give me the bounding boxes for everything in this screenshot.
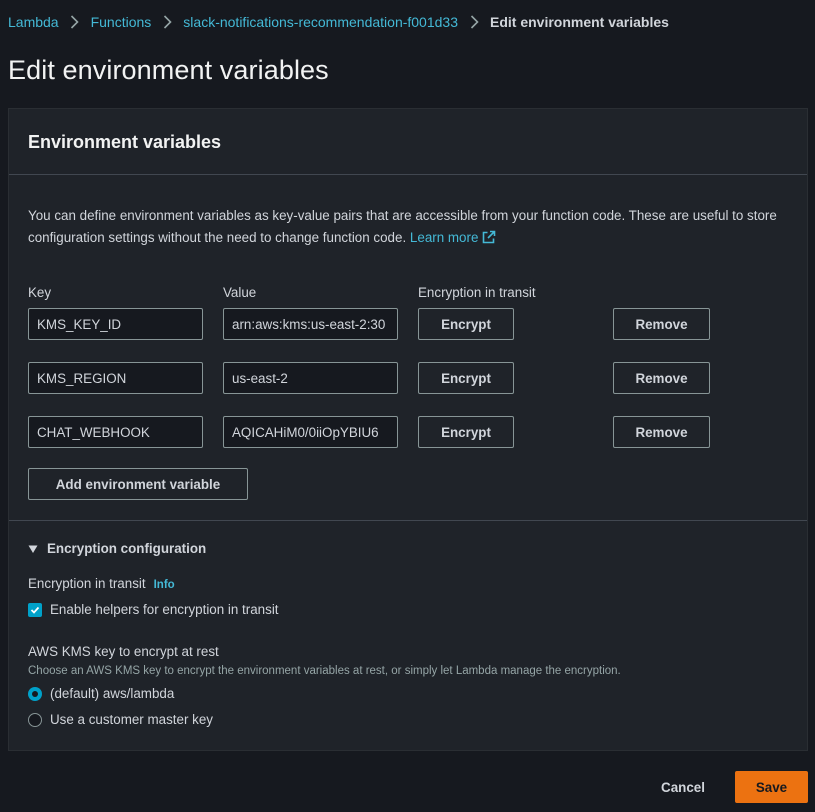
external-link-icon [483, 230, 496, 244]
radio-default-kms-label: (default) aws/lambda [50, 686, 175, 701]
info-link[interactable]: Info [154, 579, 175, 591]
page-title: Edit environment variables [8, 55, 329, 85]
helpers-checkbox-row[interactable]: Enable helpers for encryption in transit [28, 602, 279, 617]
encryption-config-title: Encryption configuration [47, 541, 207, 556]
remove-button[interactable]: Remove [613, 416, 710, 448]
kms-key-description: Choose an AWS KMS key to encrypt the env… [28, 665, 621, 677]
helpers-checkbox-label: Enable helpers for encryption in transit [50, 602, 279, 617]
panel-title: Environment variables [28, 132, 222, 152]
env-key-input[interactable] [28, 416, 203, 448]
learn-more-link[interactable]: Learn more [410, 230, 496, 245]
env-value-input[interactable] [223, 362, 398, 394]
encrypt-button[interactable]: Encrypt [418, 362, 514, 394]
remove-button[interactable]: Remove [613, 362, 710, 394]
save-button[interactable]: Save [735, 771, 808, 803]
encryption-in-transit-text: Encryption in transit [28, 576, 146, 591]
env-value-input[interactable] [223, 416, 398, 448]
remove-button[interactable]: Remove [613, 308, 710, 340]
encrypt-button[interactable]: Encrypt [418, 416, 514, 448]
env-value-input[interactable] [223, 308, 398, 340]
chevron-right-icon [59, 15, 91, 29]
radio-customer-master-key-label: Use a customer master key [50, 712, 213, 727]
breadcrumb-functions[interactable]: Functions [91, 14, 152, 30]
breadcrumb-current: Edit environment variables [490, 14, 669, 30]
helpers-checkbox[interactable] [28, 602, 42, 617]
encryption-config-toggle[interactable]: Encryption configuration [28, 541, 206, 556]
chevron-right-icon [151, 15, 183, 29]
chevron-right-icon [458, 15, 490, 29]
encrypt-button[interactable]: Encrypt [418, 308, 514, 340]
env-description-text: You can define environment variables as … [28, 208, 777, 245]
panel-header: Environment variables [9, 109, 807, 175]
radio-default-kms[interactable]: (default) aws/lambda [28, 686, 174, 701]
caret-down-icon [28, 545, 38, 553]
env-key-input[interactable] [28, 308, 203, 340]
kms-key-label: AWS KMS key to encrypt at rest [28, 644, 219, 659]
section-divider [9, 520, 807, 521]
environment-variables-panel: Environment variables You can define env… [8, 108, 808, 751]
checkmark-icon [30, 606, 40, 614]
add-environment-variable-button[interactable]: Add environment variable [28, 468, 248, 500]
cancel-button[interactable]: Cancel [648, 771, 718, 803]
radio-button-selected[interactable] [28, 686, 42, 701]
value-column-label: Value [223, 285, 257, 300]
breadcrumb-function-name[interactable]: slack-notifications-recommendation-f001d… [183, 14, 458, 30]
env-key-input[interactable] [28, 362, 203, 394]
encryption-column-label: Encryption in transit [418, 285, 536, 300]
radio-button[interactable] [28, 712, 42, 727]
breadcrumb: Lambda Functions slack-notifications-rec… [8, 13, 669, 31]
learn-more-label: Learn more [409, 230, 479, 245]
encryption-in-transit-label: Encryption in transit Info [28, 576, 175, 591]
radio-customer-master-key[interactable]: Use a customer master key [28, 712, 213, 727]
key-column-label: Key [28, 285, 52, 300]
breadcrumb-lambda[interactable]: Lambda [8, 14, 59, 30]
env-description: You can define environment variables as … [28, 205, 798, 249]
page: Lambda Functions slack-notifications-rec… [0, 0, 815, 812]
